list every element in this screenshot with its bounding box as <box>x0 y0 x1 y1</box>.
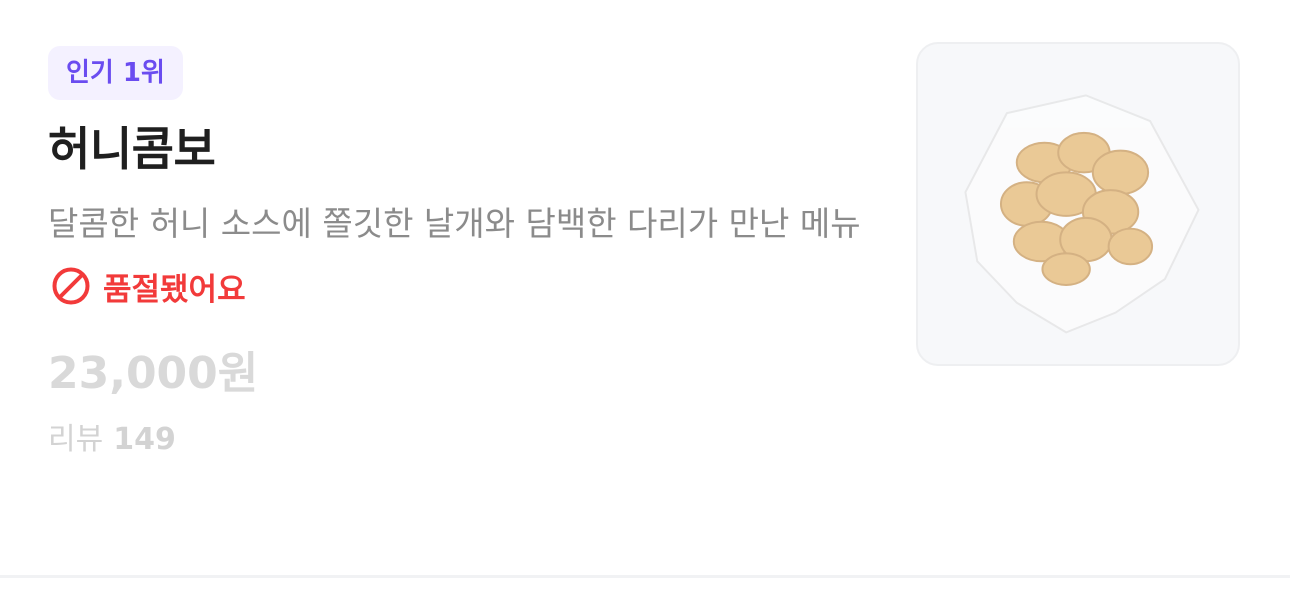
soldout-status: 품절됐어요 <box>48 264 878 308</box>
menu-item-price: 23,000원 <box>48 348 259 399</box>
popularity-badge: 인기 1위 <box>48 46 183 100</box>
menu-item-image[interactable] <box>916 42 1240 366</box>
review-label: 리뷰 <box>48 422 104 457</box>
soldout-label: 품절됐어요 <box>103 271 246 308</box>
bottom-divider <box>0 575 1290 578</box>
fried-chicken-basket-icon <box>964 94 1200 334</box>
menu-item-name: 허니콤보 <box>48 122 216 176</box>
review-number: 149 <box>113 422 176 457</box>
menu-item-description: 달콤한 허니 소스에 쫄깃한 날개와 담백한 다리가 만난 메뉴 <box>48 204 861 243</box>
review-count: 리뷰 149 <box>48 420 878 460</box>
menu-item-card[interactable]: 인기 1위 허니콤보 달콤한 허니 소스에 쫄깃한 날개와 담백한 다리가 만난… <box>0 0 1290 578</box>
prohibited-icon <box>52 267 90 305</box>
menu-item-info: 인기 1위 허니콤보 달콤한 허니 소스에 쫄깃한 날개와 담백한 다리가 만난… <box>48 46 878 460</box>
